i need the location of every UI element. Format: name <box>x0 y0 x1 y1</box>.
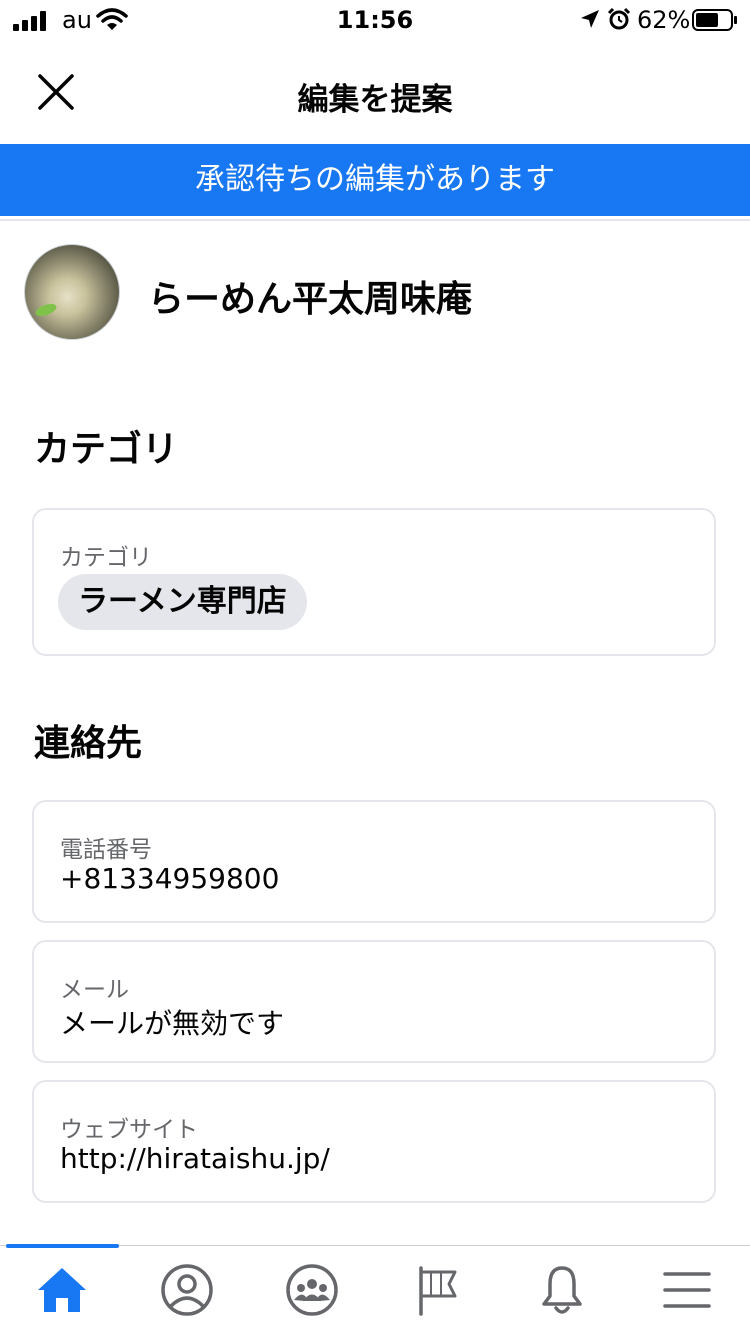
page-title: 編集を提案 <box>297 82 453 118</box>
battery-percentage: 62% <box>637 6 691 34</box>
pages-flag-icon <box>419 1266 457 1316</box>
menu-icon <box>663 1272 711 1308</box>
status-bar: au 11:56 62% <box>0 0 750 40</box>
nav-pages[interactable] <box>375 1246 500 1335</box>
category-section-title: カテゴリ <box>34 429 179 470</box>
contact-section-title: 連絡先 <box>34 723 143 764</box>
battery-icon <box>692 9 737 31</box>
alarm-clock-icon <box>607 7 631 30</box>
website-field[interactable]: ウェブサイト http://hirataishu.jp/ <box>32 1080 716 1203</box>
phone-field-label: 電話番号 <box>60 837 152 863</box>
avatar-photo-detail <box>33 301 59 319</box>
website-field-label: ウェブサイト <box>60 1117 198 1143</box>
nav-notifications[interactable] <box>500 1246 625 1335</box>
nav-home[interactable] <box>0 1246 125 1335</box>
bottom-navigation <box>0 1244 750 1335</box>
place-avatar[interactable] <box>24 244 120 340</box>
place-name: らーめん平太周味庵 <box>148 279 473 320</box>
email-field-label: メール <box>60 977 129 1003</box>
pending-edit-text: 承認待ちの編集があります <box>195 162 555 197</box>
notifications-bell-icon <box>542 1266 582 1314</box>
location-arrow-icon <box>581 10 599 28</box>
home-icon <box>38 1268 86 1312</box>
phone-field[interactable]: 電話番号 +81334959800 <box>32 800 716 923</box>
email-field[interactable]: メール メールが無効です <box>32 940 716 1063</box>
nav-groups[interactable] <box>250 1246 375 1335</box>
nav-profile[interactable] <box>125 1246 250 1335</box>
category-field[interactable]: カテゴリ ラーメン専門店 <box>32 508 716 656</box>
category-chip[interactable]: ラーメン専門店 <box>58 574 307 630</box>
profile-icon <box>161 1264 213 1316</box>
divider <box>0 219 750 221</box>
pending-edit-banner: 承認待ちの編集があります <box>0 144 750 216</box>
email-field-value: メールが無効です <box>60 1007 285 1040</box>
nav-menu[interactable] <box>625 1246 750 1335</box>
website-field-value: http://hirataishu.jp/ <box>60 1142 330 1175</box>
place-header: らーめん平太周味庵 <box>24 244 724 340</box>
groups-icon <box>286 1264 338 1316</box>
header: 編集を提案 <box>0 40 750 144</box>
phone-field-value: +81334959800 <box>60 862 280 895</box>
category-field-label: カテゴリ <box>60 545 152 571</box>
